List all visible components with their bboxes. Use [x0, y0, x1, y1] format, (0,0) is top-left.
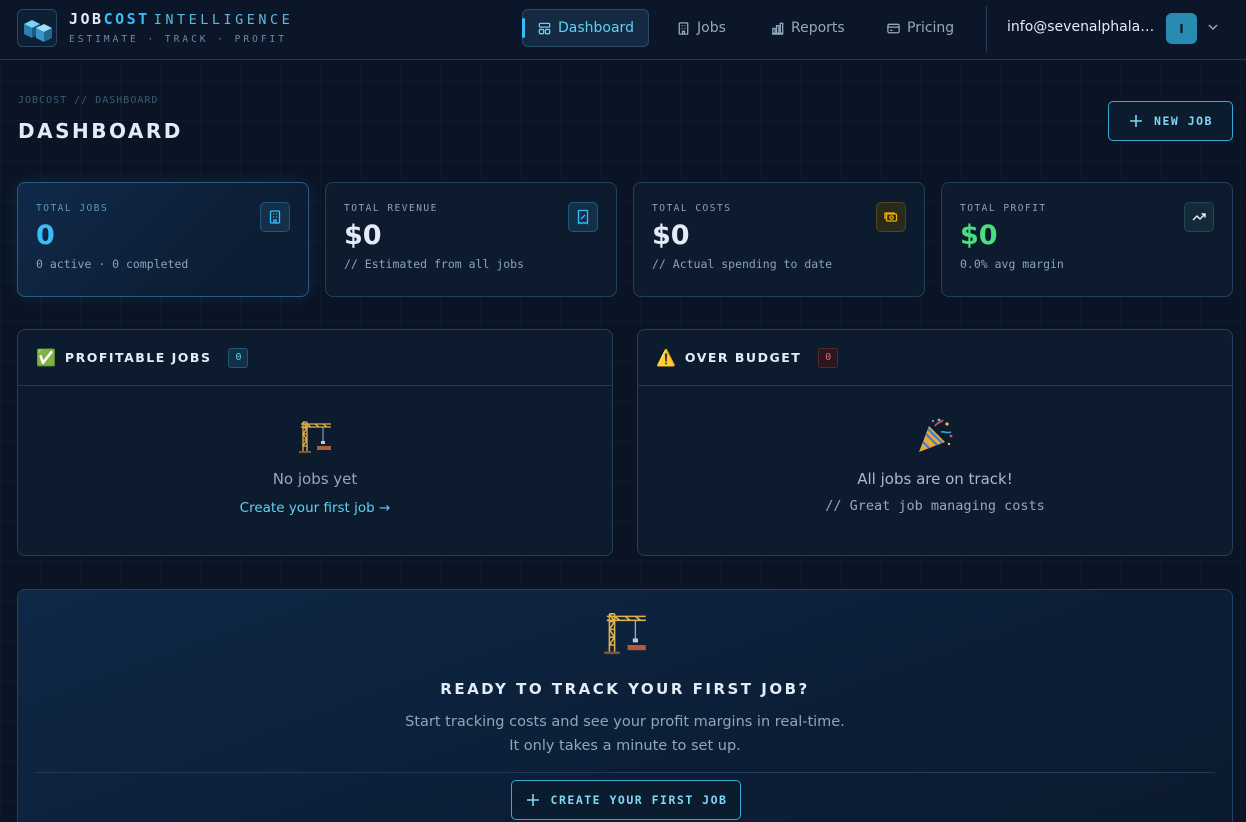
cta-divider [35, 772, 1215, 773]
nav-label: Dashboard [558, 20, 634, 36]
stat-sub: // Estimated from all jobs [344, 257, 525, 271]
stat-sub: // Actual spending to date [652, 257, 833, 271]
stat-label: TOTAL PROFIT [960, 203, 1047, 214]
nav-label: Pricing [907, 20, 955, 36]
check-icon: ✅ [36, 348, 56, 367]
building-icon [678, 21, 689, 35]
brand-name: JOBCOST INTELLIGENCE [69, 10, 294, 28]
nav-jobs[interactable]: Jobs [662, 9, 740, 47]
stat-value: $0 [344, 220, 382, 251]
stat-label: TOTAL JOBS [36, 203, 109, 214]
party-popper-icon [638, 416, 1232, 456]
new-job-button[interactable]: NEW JOB [1108, 101, 1233, 141]
breadcrumb: JOBCOST // DASHBOARD [18, 95, 159, 106]
cta-description: Start tracking costs and see your profit… [18, 710, 1232, 758]
chevron-down-icon[interactable] [1206, 20, 1220, 34]
stat-card-total-costs[interactable]: TOTAL COSTS $0 // Actual spending to dat… [633, 182, 925, 297]
cta-title: READY TO TRACK YOUR FIRST JOB? [440, 680, 810, 698]
stat-label: TOTAL REVENUE [344, 203, 438, 214]
empty-title: All jobs are on track! [857, 470, 1013, 488]
brand-tagline: ESTIMATE · TRACK · PROFIT [69, 34, 287, 45]
nav-label: Reports [791, 20, 845, 36]
panel-title: OVER BUDGET [684, 350, 802, 365]
building-icon [260, 202, 290, 232]
cta-text-line: It only takes a minute to set up. [509, 738, 741, 754]
stat-sub: 0 active · 0 completed [36, 257, 189, 271]
stat-label: TOTAL COSTS [652, 203, 732, 214]
plus-icon [1130, 115, 1143, 127]
receipt-icon [568, 202, 598, 232]
create-first-job-button[interactable]: CREATE YOUR FIRST JOB [511, 780, 741, 820]
create-first-job-link[interactable]: Create your first job → [18, 500, 612, 516]
money-icon [876, 202, 906, 232]
crane-icon [18, 416, 612, 456]
logo-icon[interactable] [17, 9, 57, 47]
count-badge: 0 [818, 347, 839, 368]
stat-value: 0 [36, 220, 55, 251]
plus-icon [526, 794, 539, 806]
profitable-jobs-panel: ✅ PROFITABLE JOBS 0 No jobs yet Create y… [17, 329, 613, 556]
top-header: JOBCOST INTELLIGENCE ESTIMATE · TRACK · P… [0, 0, 1246, 60]
empty-title: No jobs yet [272, 470, 358, 488]
stat-sub: 0.0% avg margin [960, 257, 1064, 271]
nav-pricing[interactable]: Pricing [872, 9, 968, 47]
getting-started-card: READY TO TRACK YOUR FIRST JOB? Start tra… [17, 589, 1233, 822]
stat-card-total-jobs[interactable]: TOTAL JOBS 0 0 active · 0 completed [17, 182, 309, 297]
layout-icon [538, 22, 551, 34]
nav-reports[interactable]: Reports [756, 9, 859, 47]
credit-card-icon [887, 23, 900, 33]
panel-title: PROFITABLE JOBS [64, 350, 212, 365]
stat-value: $0 [652, 220, 690, 251]
new-job-label: NEW JOB [1154, 114, 1213, 128]
stat-card-total-profit[interactable]: TOTAL PROFIT $0 0.0% avg margin [941, 182, 1233, 297]
nav-dashboard[interactable]: Dashboard [522, 9, 649, 47]
brand[interactable]: JOBCOST INTELLIGENCE ESTIMATE · TRACK · P… [69, 10, 293, 45]
empty-sub: // Great job managing costs [825, 498, 1045, 514]
page-title: DASHBOARD [18, 119, 183, 143]
cta-text-line: Start tracking costs and see your profit… [405, 714, 845, 730]
stat-value: $0 [960, 220, 998, 251]
user-email[interactable]: info@sevenalphalabs.com [1007, 19, 1157, 35]
bar-chart-icon [771, 22, 784, 35]
over-budget-panel: ⚠️ OVER BUDGET 0 All jobs are on track! … [637, 329, 1233, 556]
stat-card-total-revenue[interactable]: TOTAL REVENUE $0 // Estimated from all j… [325, 182, 617, 297]
panel-header: ✅ PROFITABLE JOBS 0 [18, 330, 612, 386]
nav-label: Jobs [697, 20, 726, 36]
count-badge: 0 [228, 347, 249, 368]
trending-up-icon [1184, 202, 1214, 232]
create-first-job-label: CREATE YOUR FIRST JOB [550, 793, 728, 807]
header-divider [986, 6, 987, 52]
crane-icon [18, 606, 1232, 658]
panel-header: ⚠️ OVER BUDGET 0 [638, 330, 1232, 386]
avatar[interactable]: I [1166, 13, 1197, 44]
warning-icon: ⚠️ [656, 348, 676, 367]
